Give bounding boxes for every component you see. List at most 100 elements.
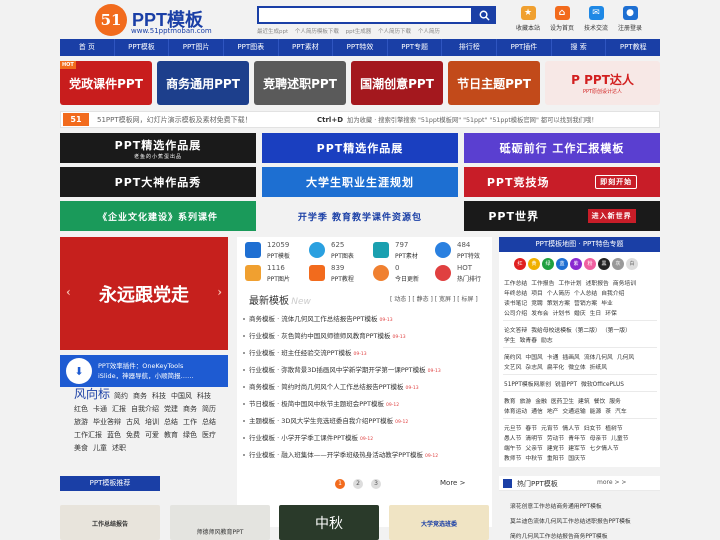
page-1[interactable]: 1 <box>335 479 345 489</box>
list-item[interactable]: 商务模板 · 流体几何风工作总结报告PPT模板 09-13 <box>243 313 473 323</box>
search-input[interactable] <box>257 6 473 24</box>
tag-item[interactable]: 培训 <box>145 418 159 426</box>
map-link[interactable]: 卡通 <box>547 355 559 361</box>
category-ppt-expert[interactable]: P PPT达人 PPT原创设计达人 <box>545 61 660 105</box>
hot-link[interactable]: 个人简历 <box>418 29 440 35</box>
tag-item[interactable]: 自我介绍 <box>131 405 159 413</box>
nav-item-images[interactable]: PPT图片 <box>169 39 224 56</box>
tag-item[interactable]: 教育 <box>164 431 178 439</box>
tag-item[interactable]: 总结 <box>164 418 178 426</box>
nav-item-search[interactable]: 搜 索 <box>552 39 607 56</box>
list-item-category[interactable]: 行业模板 <box>249 332 275 340</box>
map-link[interactable]: 年终总结 <box>504 291 527 297</box>
map-link[interactable]: 51PPT模板网原创 <box>504 382 551 388</box>
map-link[interactable]: 建党节 <box>547 446 564 452</box>
nav-item-topics[interactable]: PPT专题 <box>388 39 443 56</box>
map-link[interactable]: 自我介绍 <box>601 291 624 297</box>
color-green[interactable]: 绿 <box>542 258 554 270</box>
category-festival[interactable]: 节日主题PPT <box>448 61 540 105</box>
hot-item-title[interactable]: 滚花创意工作总结商务通用PPT模板 <box>510 504 602 510</box>
color-yellow[interactable]: 黄 <box>528 258 540 270</box>
hot-item[interactable]: 莫兰迪色流体几何风工作总结述职报告PPT模板 <box>510 516 658 525</box>
map-link[interactable]: 妇女节 <box>584 426 601 432</box>
map-link[interactable]: 七夕情人节 <box>590 446 619 452</box>
nav-item-plugins[interactable]: PPT插件 <box>497 39 552 56</box>
map-link[interactable]: 文艺风 <box>504 365 521 371</box>
color-black[interactable]: 黑 <box>598 258 610 270</box>
ad-banner-master-works[interactable]: PPT大神作品秀 <box>60 167 256 197</box>
list-item[interactable]: 行业模板 · 灰色简约中国风师德师风教育PPT模板 09-13 <box>243 330 473 340</box>
map-link[interactable]: 植树节 <box>605 426 622 432</box>
ad-banner-career-planning[interactable]: 大学生职业生涯规划 <box>262 167 458 197</box>
tag-item[interactable]: 儿童 <box>93 444 107 452</box>
logo-mark[interactable]: 51 <box>95 4 127 36</box>
tag-item[interactable]: 党建 <box>164 405 178 413</box>
tag-item[interactable]: 述职 <box>112 444 126 452</box>
hot-link[interactable]: 个人简历下载 <box>378 29 411 35</box>
stat-hot[interactable]: HOT 热门排行 <box>433 263 495 285</box>
map-link[interactable]: 工作计划 <box>558 281 581 287</box>
list-item[interactable]: 节日模板 · 极简中国风中秋节主题班会PPT模板 09-12 <box>243 398 473 408</box>
tag-item[interactable]: 可爱 <box>145 431 159 439</box>
tag-item[interactable]: 医疗 <box>202 431 216 439</box>
map-link[interactable]: 情人节 <box>562 426 579 432</box>
list-item-title[interactable]: 融入班集体——开学季班级热身活动教学PPT模板 <box>281 451 423 459</box>
map-link[interactable]: 教育 <box>504 399 516 405</box>
homepage-button[interactable]: ⌂ 设为首页 <box>543 6 581 32</box>
nav-item-effects[interactable]: PPT特效 <box>333 39 388 56</box>
ad-banner-back-to-school[interactable]: 开学季 教育教学课件资源包 <box>262 201 458 231</box>
nav-item-home[interactable]: 首 页 <box>60 39 115 56</box>
color-purple[interactable]: 紫 <box>570 258 582 270</box>
template-thumbnail[interactable]: 中秋 <box>279 505 379 540</box>
map-link[interactable]: 述职报告 <box>586 281 609 287</box>
hero-slider[interactable]: ‹ 永远跟党走 › <box>60 237 228 350</box>
ad-banner-corporate-culture[interactable]: 《企业文化建设》系列课件 <box>60 201 256 231</box>
color-red[interactable]: 红 <box>514 258 526 270</box>
tag-item[interactable]: 卡通 <box>93 405 107 413</box>
color-blue[interactable]: 蓝 <box>556 258 568 270</box>
hot-link[interactable]: 个人简历模板下载 <box>295 29 339 35</box>
list-item-title[interactable]: 灰色简约中国风师德师风教育PPT模板 <box>281 332 390 340</box>
list-item-title[interactable]: 流体几何风工作总结报告PPT模板 <box>281 315 377 323</box>
map-link[interactable]: 通信 <box>531 409 543 415</box>
map-link[interactable]: 儿童节 <box>611 436 628 442</box>
map-link[interactable]: 杂志风 <box>525 365 542 371</box>
ad-banner-featured-works[interactable]: PPT精选作品展 老鱼的小蕉蛋出品 <box>60 133 256 163</box>
map-link[interactable]: 父亲节 <box>525 446 542 452</box>
tag-item[interactable]: 简历 <box>202 405 216 413</box>
map-link[interactable]: 茶 <box>605 409 611 415</box>
category-competition[interactable]: 竞聘述职PPT <box>254 61 346 105</box>
tag-item[interactable]: 总结 <box>202 418 216 426</box>
map-link[interactable]: （第一版） <box>605 328 631 334</box>
map-link[interactable]: 发布会 <box>531 311 548 317</box>
stat-tutorials[interactable]: 839 PPT教程 <box>307 263 369 285</box>
list-item-category[interactable]: 行业模板 <box>249 434 275 442</box>
hot-item[interactable]: 简约几何风工作总结报告商务PPT模板 <box>510 531 658 540</box>
list-item-title[interactable]: 简约时尚几何风个人工作总结报告PPT模板 <box>281 383 403 391</box>
list-item-title[interactable]: 小学开学季工课件PPT模板 <box>281 434 358 442</box>
map-link[interactable]: 医药卫生 <box>551 399 574 405</box>
map-link[interactable]: 流体几何风 <box>584 355 613 361</box>
tag-item[interactable]: 红色 <box>74 405 88 413</box>
map-link[interactable]: 微软OfficePLUS <box>581 382 624 388</box>
list-item[interactable]: 行业模板 · 小学开学季工课件PPT模板 09-12 <box>243 432 473 442</box>
color-gray[interactable]: 灰 <box>612 258 624 270</box>
category-business[interactable]: 商务通用PPT <box>157 61 249 105</box>
hot-item-title[interactable]: 简约几何风工作总结报告商务PPT模板 <box>510 534 608 540</box>
map-link[interactable]: 我给母校送模板（第二版） <box>531 328 601 334</box>
map-link[interactable]: 春节 <box>525 426 537 432</box>
list-item-category[interactable]: 主题模板 <box>249 417 275 425</box>
map-link[interactable]: 竞聘 <box>531 301 543 307</box>
map-link[interactable]: 元宵节 <box>541 426 558 432</box>
map-link[interactable]: 元旦节 <box>504 426 521 432</box>
tag-item[interactable]: 免费 <box>126 431 140 439</box>
hot-link[interactable]: 最近生成ppt <box>257 29 288 35</box>
map-link[interactable]: 婚庆 <box>574 311 586 317</box>
template-thumbnail[interactable]: 大学竞选班委 <box>389 505 489 540</box>
list-item-title[interactable]: 3D风大学生竞选班委自我介绍PPT模板 <box>281 417 393 425</box>
tag-item[interactable]: 蓝色 <box>107 431 121 439</box>
map-link[interactable]: 学生 <box>504 338 516 344</box>
tool-plugin-card[interactable]: ⬇ PPT效率插件：OneKeyTools iSlide，神器导航，小顺简报…… <box>60 355 228 387</box>
tag-item[interactable]: 工作 <box>183 418 197 426</box>
next-arrow-icon[interactable]: › <box>217 285 222 299</box>
